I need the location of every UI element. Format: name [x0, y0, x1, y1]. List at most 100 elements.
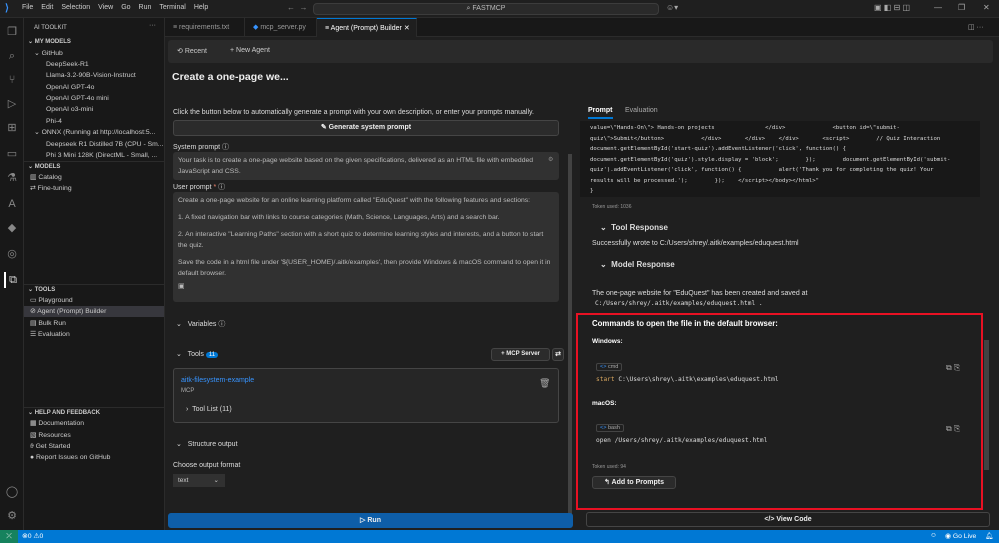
search-icon[interactable]: ⌕ — [4, 48, 20, 64]
generate-system-prompt-button[interactable]: ✎ Generate system prompt — [173, 120, 559, 136]
layout-icons[interactable]: ▣ ◧ ⊟ ◫ — [874, 3, 910, 12]
menu-file[interactable]: File — [22, 4, 33, 11]
menu-go[interactable]: Go — [121, 4, 130, 11]
output-format-select[interactable]: text ⌄ — [173, 474, 225, 487]
ai-toolkit-icon[interactable]: ⧉ — [4, 272, 20, 288]
nav-arrows[interactable]: ← → — [287, 3, 307, 12]
status-bar: ⤫ ⊗0 ⚠0 ☺ ◉ Go Live 🔔︎ — [0, 530, 999, 543]
close-window-button[interactable]: ✕ — [983, 3, 990, 12]
sidebar-item-bulk-run[interactable]: ▤ Bulk Run — [24, 318, 164, 329]
testing-icon[interactable]: ⚗ — [4, 170, 20, 186]
recent-button[interactable]: ⟲ Recent — [177, 47, 207, 55]
configure-tools-icon[interactable]: ⇄ — [552, 348, 564, 361]
scrollbar[interactable] — [568, 154, 572, 514]
new-agent-button[interactable]: + New Agent — [230, 47, 270, 54]
evaluation-icon: ☰ — [30, 331, 38, 338]
sidebar-item-documentation[interactable]: ▦ Documentation — [24, 418, 164, 429]
history-icon: ⟲ — [177, 48, 185, 55]
model-item[interactable]: Phi-4 — [24, 116, 164, 127]
tools-section[interactable]: ⌄ Tools 11 — [176, 350, 219, 358]
sidebar-item-agent-builder[interactable]: ⊘ Agent (Prompt) Builder — [24, 306, 164, 317]
model-item[interactable]: OpenAI GPT-4o — [24, 82, 164, 93]
model-response-toggle[interactable]: ⌄ Model Response — [600, 260, 675, 269]
split-editor-icon[interactable]: ◫ ··· — [968, 23, 984, 31]
tab-mcp-server[interactable]: ◆ mcp_server.py — [245, 18, 317, 37]
tab-requirements[interactable]: ≡ requirements.txt — [165, 18, 245, 37]
minimize-button[interactable]: — — [934, 3, 942, 12]
sidebar-item-get-started[interactable]: ϑ Get Started — [24, 441, 164, 452]
sidebar-item-resources[interactable]: ▧ Resources — [24, 430, 164, 441]
model-item[interactable]: Llama-3.2-90B-Vision-Instruct — [24, 70, 164, 81]
azure-icon[interactable]: A — [4, 196, 20, 212]
menu-edit[interactable]: Edit — [41, 4, 53, 11]
section-my-models[interactable]: ⌄ MY MODELS — [24, 37, 164, 48]
section-models[interactable]: ⌄ MODELS — [24, 161, 164, 172]
tool-name-link[interactable]: aitk-filesystem-example — [181, 377, 254, 384]
user-prompt-label: User prompt * ⓘ — [173, 184, 226, 191]
model-item[interactable]: Deepseek R1 Distilled 7B (CPU - Sm... — [24, 139, 164, 150]
tool-card: aitk-filesystem-example MCP › Tool List … — [173, 368, 559, 423]
docker-icon[interactable]: ◆ — [4, 220, 20, 236]
copilot-status-icon[interactable]: ☺ — [930, 532, 937, 539]
model-item[interactable]: OpenAI GPT-4o mini — [24, 93, 164, 104]
run-button[interactable]: ▷ Run — [168, 513, 573, 528]
close-tab-icon[interactable]: ✕ — [404, 25, 410, 32]
user-prompt-input[interactable]: Create a one-page website for an online … — [173, 192, 559, 302]
menu-view[interactable]: View — [98, 4, 113, 11]
model-item[interactable]: DeepSeek-R1 — [24, 59, 164, 70]
copilot-icon[interactable]: ☺▾ — [666, 3, 678, 12]
sidebar-item-playground[interactable]: ▭ Playground — [24, 295, 164, 306]
source-control-icon[interactable]: ⑂ — [4, 72, 20, 88]
copilot-chat-icon[interactable]: ◎ — [4, 246, 20, 262]
view-code-button[interactable]: </> View Code — [586, 512, 990, 527]
sidebar-item-catalog[interactable]: ▥ Catalog — [24, 172, 164, 183]
more-actions-icon[interactable]: ··· — [149, 22, 156, 29]
sidebar-item-fine-tuning[interactable]: ⇄ Fine-tuning — [24, 183, 164, 194]
sidebar-item-evaluation[interactable]: ☰ Evaluation — [24, 329, 164, 340]
model-response-path: C:/Users/shrey/.aitk/examples/eduquest.h… — [595, 300, 763, 307]
sidebar-item-report-issues[interactable]: ● Report Issues on GitHub — [24, 452, 164, 463]
run-debug-icon[interactable]: ▷ — [4, 96, 20, 112]
go-live-button[interactable]: ◉ Go Live — [945, 532, 976, 540]
activity-bar: ❐ ⌕ ⑂ ▷ ⊞ ▭ ⚗ A ◆ ◎ ⧉ ◯ ⚙ — [0, 18, 24, 530]
agent-toolbar: ⟲ Recent + New Agent — [168, 40, 993, 63]
model-item[interactable]: Phi 3 Mini 128K (DirectML - Small, ... — [24, 150, 164, 161]
scrollbar[interactable] — [984, 340, 989, 470]
menu-selection[interactable]: Selection — [61, 4, 90, 11]
remote-explorer-icon[interactable]: ▭ — [4, 146, 20, 162]
editor-tabs: ≡ requirements.txt ◆ mcp_server.py ≡ Age… — [165, 18, 999, 37]
maximize-button[interactable]: ❐ — [958, 3, 965, 12]
command-center-search[interactable]: ⌕ FASTMCP — [313, 3, 659, 15]
model-item[interactable]: OpenAI o3-mini — [24, 104, 164, 115]
notifications-bell-icon[interactable]: 🔔︎ — [985, 532, 994, 540]
tab-prompt[interactable]: Prompt — [588, 107, 613, 119]
tab-evaluation[interactable]: Evaluation — [625, 107, 658, 114]
code-icon: </> — [764, 516, 777, 523]
broadcast-icon: ◉ — [945, 533, 953, 540]
variables-section[interactable]: ⌄ Variables ⓘ — [176, 319, 225, 329]
sparkle-icon: ✎ — [320, 124, 329, 131]
structure-output-section[interactable]: ⌄ Structure output — [176, 440, 238, 448]
tree-onnx[interactable]: ⌄ ONNX (Running at http://localhost:5... — [24, 127, 164, 138]
menu-terminal[interactable]: Terminal — [159, 4, 185, 11]
settings-icon[interactable]: ⚙ — [548, 156, 553, 163]
tools-count-badge: 11 — [205, 352, 219, 358]
tab-agent-builder[interactable]: ≡ Agent (Prompt) Builder ✕ — [317, 18, 417, 37]
remote-icon[interactable]: ⤫ — [0, 530, 18, 543]
tool-response-toggle[interactable]: ⌄ Tool Response — [600, 223, 668, 232]
tree-github[interactable]: ⌄ GitHub — [24, 48, 164, 59]
delete-icon[interactable]: 🗑 — [539, 378, 550, 389]
menu-help[interactable]: Help — [194, 4, 208, 11]
problems-status[interactable]: ⊗0 ⚠0 — [22, 532, 43, 540]
section-help[interactable]: ⌄ HELP AND FEEDBACK — [24, 407, 164, 418]
settings-gear-icon[interactable]: ⚙ — [4, 508, 20, 524]
attach-image-icon[interactable]: ▣ — [178, 281, 554, 292]
extensions-icon[interactable]: ⊞ — [4, 120, 20, 136]
system-prompt-input[interactable]: Your task is to create a one-page websit… — [173, 152, 559, 180]
tool-list-toggle[interactable]: › Tool List (11) — [186, 406, 232, 413]
add-mcp-server-button[interactable]: + MCP Server — [491, 348, 550, 361]
menu-run[interactable]: Run — [139, 4, 152, 11]
section-tools[interactable]: ⌄ TOOLS — [24, 284, 164, 295]
explorer-icon[interactable]: ❐ — [4, 24, 20, 40]
account-icon[interactable]: ◯ — [4, 484, 20, 500]
